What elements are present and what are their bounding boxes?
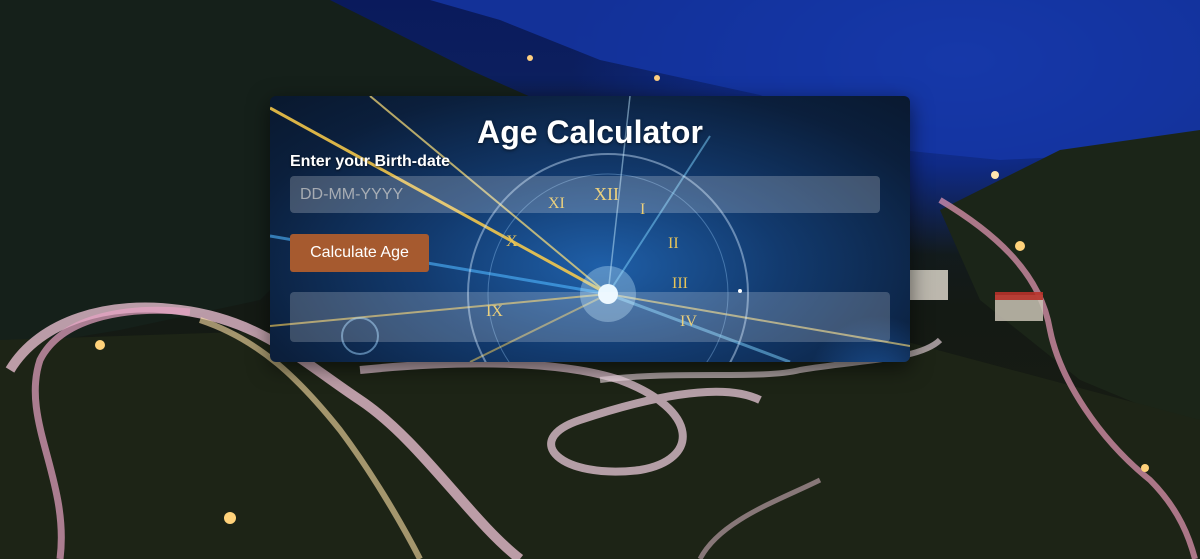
svg-text:X: X <box>506 233 518 250</box>
birth-date-label: Enter your Birth-date <box>290 153 451 170</box>
svg-text:III: III <box>672 275 688 292</box>
age-calculator-card: XII XI I X II IV IX III Age Calculator E… <box>270 96 910 362</box>
svg-text:II: II <box>668 235 679 252</box>
page-title: Age Calculator <box>477 114 703 150</box>
result-display <box>290 292 890 342</box>
birth-date-input[interactable] <box>290 176 880 213</box>
calculate-age-button[interactable]: Calculate Age <box>290 234 429 272</box>
